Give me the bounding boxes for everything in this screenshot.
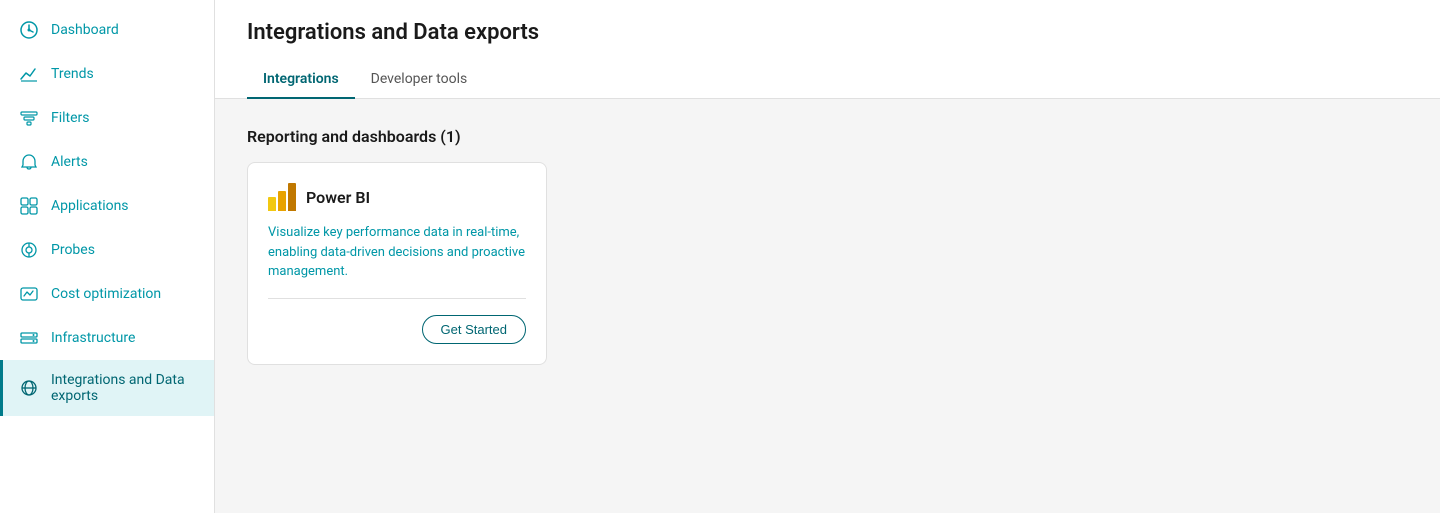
- alerts-icon: [19, 152, 39, 172]
- get-started-button[interactable]: Get Started: [422, 315, 526, 344]
- card-description: Visualize key performance data in real-t…: [268, 223, 526, 282]
- main-body: Reporting and dashboards (1) Power BI Vi…: [215, 99, 1440, 393]
- dashboard-icon: [19, 20, 39, 40]
- sidebar-label-trends: Trends: [51, 66, 94, 82]
- sidebar-label-filters: Filters: [51, 110, 90, 126]
- main-content: Integrations and Data exports Integratio…: [215, 0, 1440, 513]
- sidebar: Dashboard Trends Filters: [0, 0, 215, 513]
- sidebar-item-dashboard[interactable]: Dashboard: [0, 8, 214, 52]
- tab-developer-tools[interactable]: Developer tools: [355, 61, 484, 99]
- tab-bar: Integrations Developer tools: [247, 61, 1408, 98]
- sidebar-item-trends[interactable]: Trends: [0, 52, 214, 96]
- sidebar-label-alerts: Alerts: [51, 154, 88, 170]
- powerbi-card: Power BI Visualize key performance data …: [247, 162, 547, 365]
- infrastructure-icon: [19, 328, 39, 348]
- sidebar-item-alerts[interactable]: Alerts: [0, 140, 214, 184]
- sidebar-item-cost-optimization[interactable]: Cost optimization: [0, 272, 214, 316]
- sidebar-label-applications: Applications: [51, 198, 129, 214]
- page-header: Integrations and Data exports Integratio…: [215, 0, 1440, 99]
- filters-icon: [19, 108, 39, 128]
- card-footer: Get Started: [268, 315, 526, 344]
- sidebar-label-probes: Probes: [51, 242, 95, 258]
- powerbi-icon: [268, 183, 296, 211]
- trends-icon: [19, 64, 39, 84]
- card-title: Power BI: [306, 188, 370, 207]
- card-divider: [268, 298, 526, 299]
- section-title: Reporting and dashboards (1): [247, 127, 1408, 146]
- sidebar-item-filters[interactable]: Filters: [0, 96, 214, 140]
- sidebar-item-applications[interactable]: Applications: [0, 184, 214, 228]
- sidebar-label-dashboard: Dashboard: [51, 22, 119, 38]
- page-title: Integrations and Data exports: [247, 20, 1408, 45]
- sidebar-item-integrations[interactable]: Integrations and Data exports: [0, 360, 214, 416]
- applications-icon: [19, 196, 39, 216]
- tab-integrations[interactable]: Integrations: [247, 61, 355, 99]
- sidebar-label-cost-optimization: Cost optimization: [51, 286, 161, 302]
- sidebar-item-infrastructure[interactable]: Infrastructure: [0, 316, 214, 360]
- cost-icon: [19, 284, 39, 304]
- sidebar-label-integrations: Integrations and Data exports: [51, 372, 198, 404]
- card-header: Power BI: [268, 183, 526, 211]
- probes-icon: [19, 240, 39, 260]
- integrations-icon: [19, 378, 39, 398]
- sidebar-item-probes[interactable]: Probes: [0, 228, 214, 272]
- sidebar-label-infrastructure: Infrastructure: [51, 330, 135, 346]
